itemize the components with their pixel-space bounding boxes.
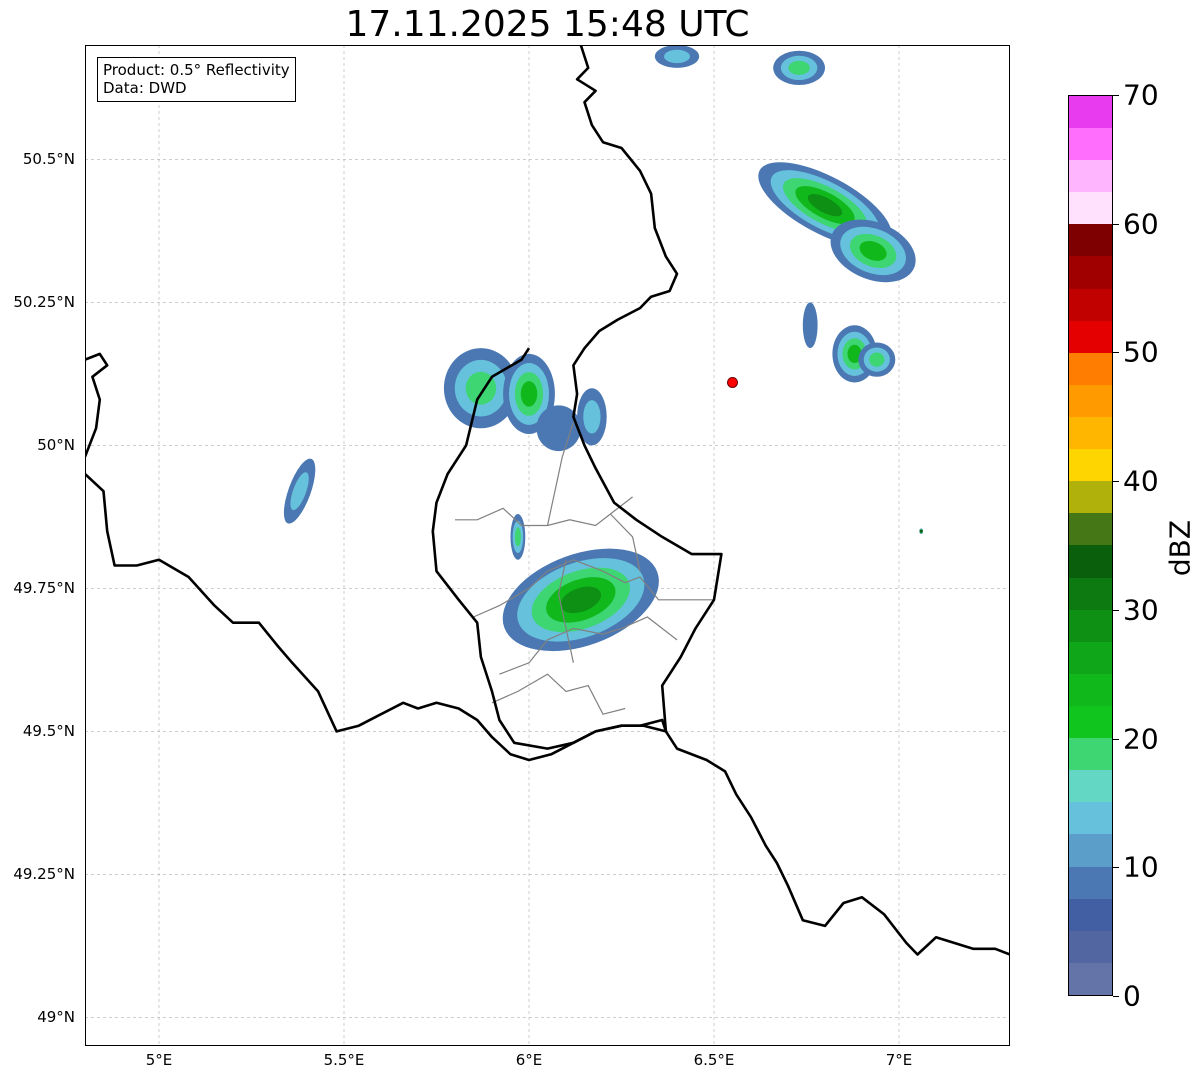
colorbar-label: dBZ: [1163, 519, 1197, 577]
colorbar-segment: [1069, 320, 1112, 353]
colorbar-segment: [1069, 449, 1112, 482]
colorbar-segment: [1069, 802, 1112, 835]
colorbar-segment: [1069, 192, 1112, 225]
info-product: Product: 0.5° Reflectivity: [103, 61, 290, 79]
radar-site-dot: [727, 376, 738, 388]
colorbar-segment: [1069, 288, 1112, 321]
colorbar-segment: [1069, 898, 1112, 931]
echo-contour: [788, 60, 810, 75]
colorbar-segment: [1069, 384, 1112, 418]
map-svg: [85, 45, 1010, 1046]
colorbar-tick-label: 60: [1123, 207, 1159, 241]
colorbar-tick-label: 20: [1123, 722, 1159, 756]
colorbar-segment: [1069, 577, 1112, 610]
colorbar-segment: [1069, 417, 1112, 450]
echo-contour: [583, 400, 601, 434]
district-border: [491, 673, 626, 715]
lat-tick-label: 49°N: [37, 1008, 75, 1027]
colorbar-tick-mark: [1113, 996, 1119, 997]
echo-cell: [773, 50, 825, 86]
colorbar-segment: [1069, 513, 1112, 546]
colorbar-segment: [1069, 256, 1112, 289]
colorbar-tick-label: 40: [1123, 464, 1159, 498]
echo-cell: [858, 342, 896, 377]
map-plot-area[interactable]: [85, 45, 1010, 1046]
colorbar-segment: [1069, 834, 1112, 867]
colorbar-segment: [1069, 160, 1112, 193]
lon-tick-label: 5.5°E: [323, 1051, 365, 1069]
district-border: [455, 496, 633, 527]
colorbar-tick-label: 10: [1123, 850, 1159, 884]
echo-contour: [869, 352, 885, 367]
lat-tick-label: 50.5°N: [22, 150, 75, 169]
colorbar-tick-label: 30: [1123, 593, 1159, 627]
lat-tick-label: 50°N: [37, 436, 75, 455]
colorbar-tick-label: 0: [1123, 979, 1141, 1013]
lat-tick-label: 50.25°N: [13, 293, 75, 312]
info-box: Product: 0.5° Reflectivity Data: DWD: [97, 57, 296, 102]
echo-cell: [802, 302, 818, 349]
echo-cell: [919, 528, 924, 535]
colorbar-segment: [1069, 352, 1112, 385]
lon-tick-label: 7°E: [885, 1051, 913, 1069]
colorbar-segment: [1069, 481, 1112, 514]
colorbar-tick-mark: [1113, 352, 1119, 354]
colorbar-segment: [1069, 930, 1112, 963]
chart-title: 17.11.2025 15:48 UTC: [345, 4, 750, 45]
echo-cell: [283, 458, 316, 524]
colorbar-tick-mark: [1113, 95, 1119, 96]
country-border: [85, 352, 109, 458]
echo-contour: [802, 302, 818, 349]
gridlines: [85, 45, 1010, 1046]
colorbar: [1068, 95, 1113, 996]
plot-frame: [85, 45, 1010, 1046]
radar-site-marker: [727, 376, 738, 388]
country-borders: [85, 45, 1010, 956]
colorbar-tick-mark: [1113, 738, 1119, 740]
colorbar-tick-label: 50: [1123, 335, 1159, 369]
colorbar-segment: [1069, 95, 1112, 129]
colorbar-segment: [1069, 673, 1112, 707]
colorbar-segment: [1069, 641, 1112, 674]
lon-tick-label: 6°E: [515, 1051, 543, 1069]
echo-contour: [520, 381, 538, 407]
colorbar-segment: [1069, 706, 1112, 739]
colorbar-segment: [1069, 962, 1112, 995]
echo-cell: [654, 45, 700, 68]
colorbar-tick-mark: [1113, 481, 1119, 483]
colorbar-segment: [1069, 609, 1112, 642]
lon-tick-label: 6.5°E: [693, 1051, 735, 1069]
country-border: [664, 730, 1010, 956]
echo-contour: [664, 49, 690, 64]
echo-contour: [919, 529, 923, 533]
info-data-source: Data: DWD: [103, 79, 187, 97]
colorbar-tick-mark: [1113, 867, 1119, 869]
echo-cell: [510, 514, 526, 560]
colorbar-segment: [1069, 866, 1112, 899]
colorbar-segment: [1069, 224, 1112, 257]
lat-tick-label: 49.75°N: [13, 579, 75, 598]
colorbar-tick-label: 70: [1123, 78, 1159, 112]
lat-tick-label: 49.25°N: [13, 865, 75, 884]
echo-contour: [514, 527, 521, 547]
colorbar-segment: [1069, 770, 1112, 803]
colorbar-tick-mark: [1113, 609, 1119, 611]
lon-tick-label: 5°E: [145, 1051, 173, 1069]
colorbar-segment: [1069, 545, 1112, 578]
colorbar-tick-mark: [1113, 223, 1119, 225]
colorbar-segment: [1069, 738, 1112, 771]
lat-tick-label: 49.5°N: [22, 722, 75, 741]
colorbar-segment: [1069, 128, 1112, 161]
